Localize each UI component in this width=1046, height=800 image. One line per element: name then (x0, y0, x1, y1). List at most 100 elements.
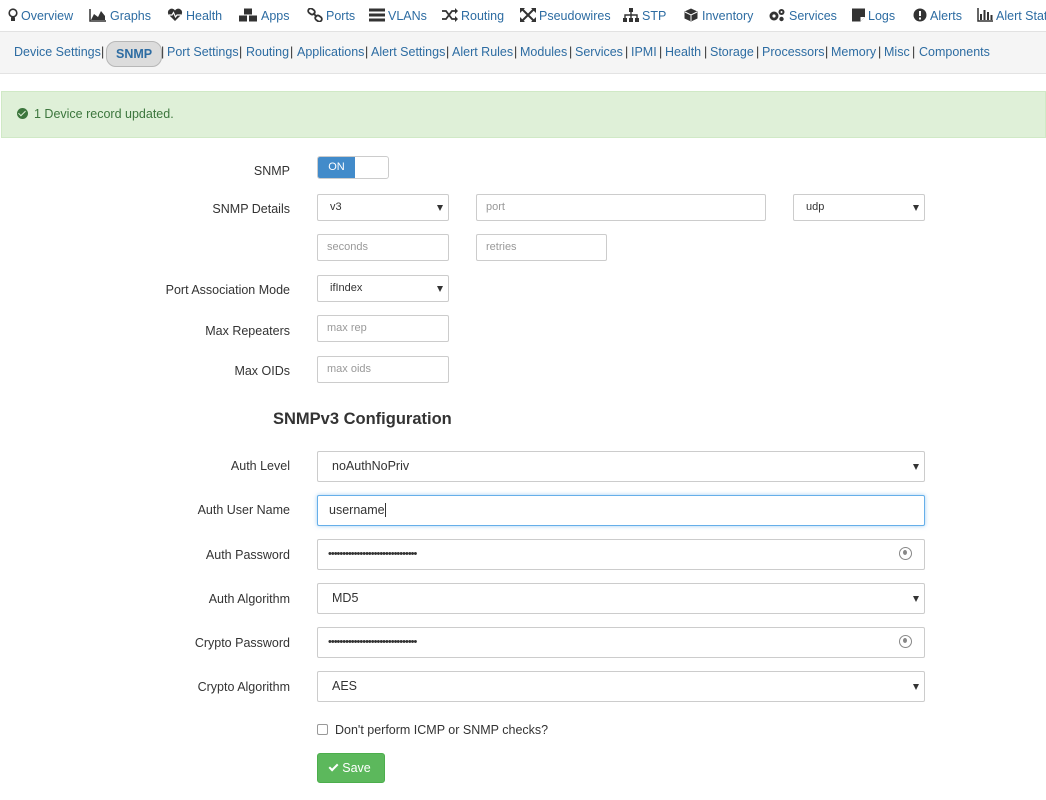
nav-services[interactable]: Services (768, 0, 837, 31)
tab-device-settings[interactable]: Device Settings (14, 45, 101, 59)
nav-health[interactable]: Health (167, 0, 222, 31)
password-reveal-icon[interactable] (899, 547, 912, 560)
tasks-icon (369, 8, 385, 22)
device-edit-tabs: Device Settings | SNMP | Port Settings |… (0, 32, 1046, 74)
success-alert: 1 Device record updated. (1, 91, 1046, 138)
tab-components[interactable]: Components (919, 45, 990, 59)
max-oids-label: Max OIDs (234, 364, 290, 378)
tab-separator: | (446, 45, 450, 59)
auth-level-label: Auth Level (230, 459, 290, 473)
nav-overview[interactable]: Overview (8, 0, 73, 31)
exclamation-circle-icon (913, 8, 927, 22)
disable-checks-checkbox[interactable] (317, 724, 328, 735)
auth-password-input[interactable]: ••••••••••••••••••••••••••••••• (317, 539, 925, 570)
tab-misc[interactable]: Misc (884, 45, 910, 59)
tab-separator: | (514, 45, 518, 59)
tab-storage[interactable]: Storage (710, 45, 754, 59)
tab-applications[interactable]: Applications (297, 45, 364, 59)
snmp-label: SNMP (253, 164, 290, 178)
tab-separator: | (239, 45, 243, 59)
check-circle-icon (17, 108, 28, 119)
tab-health[interactable]: Health (665, 45, 701, 59)
tab-snmp[interactable]: SNMP (106, 41, 163, 67)
auth-user-label: Auth User Name (197, 503, 290, 517)
tab-separator: | (625, 45, 629, 59)
link-icon (307, 8, 323, 22)
crypto-algorithm-label: Crypto Algorithm (197, 680, 290, 694)
tab-separator: | (878, 45, 882, 59)
tab-port-settings[interactable]: Port Settings (167, 45, 239, 59)
cogs-icon (768, 8, 786, 22)
auth-algorithm-select[interactable]: MD5 (317, 583, 925, 614)
tab-separator: | (825, 45, 829, 59)
nav-routing[interactable]: Routing (442, 0, 504, 31)
tab-processors[interactable]: Processors (762, 45, 825, 59)
nav-pseudowires[interactable]: Pseudowires (520, 0, 611, 31)
alert-message: 1 Device record updated. (34, 107, 174, 121)
arrows-icon (520, 8, 536, 22)
auth-algorithm-label: Auth Algorithm (208, 592, 290, 606)
tab-separator: | (659, 45, 663, 59)
crypto-password-label: Crypto Password (194, 636, 290, 650)
tab-separator: | (290, 45, 294, 59)
tab-separator: | (912, 45, 916, 59)
tab-memory[interactable]: Memory (831, 45, 876, 59)
max-oids-input[interactable]: max oids (317, 356, 449, 383)
max-repeaters-label: Max Repeaters (205, 324, 290, 338)
caret-down-icon (437, 205, 443, 211)
caret-down-icon (913, 596, 919, 602)
area-chart-icon (89, 8, 107, 22)
transport-select[interactable]: udp (793, 194, 925, 221)
top-navbar: Overview Graphs Health Apps Ports VLANs … (0, 0, 1046, 32)
caret-down-icon (913, 205, 919, 211)
nav-stp[interactable]: STP (623, 0, 666, 31)
auth-password-label: Auth Password (205, 548, 290, 562)
sticky-note-icon (852, 8, 865, 22)
tab-alert-rules[interactable]: Alert Rules (452, 45, 513, 59)
tab-separator: | (756, 45, 760, 59)
nav-vlans[interactable]: VLANs (369, 0, 427, 31)
check-icon (328, 761, 339, 772)
caret-down-icon (913, 684, 919, 690)
random-icon (442, 8, 458, 22)
crypto-password-input[interactable]: ••••••••••••••••••••••••••••••• (317, 627, 925, 658)
auth-user-input[interactable]: username (317, 495, 925, 526)
port-assoc-select[interactable]: ifIndex (317, 275, 449, 302)
snmp-version-select[interactable]: v3 (317, 194, 449, 221)
snmp-toggle-on: ON (318, 157, 355, 178)
nav-apps[interactable]: Apps (238, 0, 290, 31)
tab-ipmi[interactable]: IPMI (631, 45, 657, 59)
tab-separator: | (365, 45, 369, 59)
nav-logs[interactable]: Logs (852, 0, 895, 31)
nav-ports[interactable]: Ports (307, 0, 355, 31)
snmp-details-label: SNMP Details (212, 202, 290, 216)
cube-icon (683, 8, 699, 22)
nav-inventory[interactable]: Inventory (683, 0, 753, 31)
max-repeaters-input[interactable]: max rep (317, 315, 449, 342)
cubes-icon (238, 8, 258, 22)
tab-services[interactable]: Services (575, 45, 623, 59)
tab-alert-settings[interactable]: Alert Settings (371, 45, 445, 59)
tab-separator: | (569, 45, 573, 59)
port-input[interactable]: port (476, 194, 766, 221)
port-assoc-label: Port Association Mode (165, 283, 290, 297)
tab-modules[interactable]: Modules (520, 45, 567, 59)
crypto-algorithm-select[interactable]: AES (317, 671, 925, 702)
snmp-toggle[interactable]: ON (317, 156, 389, 179)
nav-graphs[interactable]: Graphs (89, 0, 151, 31)
caret-down-icon (913, 464, 919, 470)
tab-separator: | (101, 45, 105, 59)
timeout-input[interactable]: seconds (317, 234, 449, 261)
save-button[interactable]: Save (317, 753, 385, 783)
auth-level-select[interactable]: noAuthNoPriv (317, 451, 925, 482)
disable-checks-label[interactable]: Don't perform ICMP or SNMP checks? (335, 723, 548, 737)
nav-alerts[interactable]: Alerts (913, 0, 962, 31)
tab-routing[interactable]: Routing (246, 45, 289, 59)
lightbulb-icon (8, 8, 18, 22)
caret-down-icon (437, 286, 443, 292)
retries-input[interactable]: retries (476, 234, 607, 261)
password-reveal-icon[interactable] (899, 635, 912, 648)
nav-alert-stats[interactable]: Alert Stat (977, 0, 1046, 31)
sitemap-icon (623, 8, 639, 22)
tab-separator: | (704, 45, 708, 59)
